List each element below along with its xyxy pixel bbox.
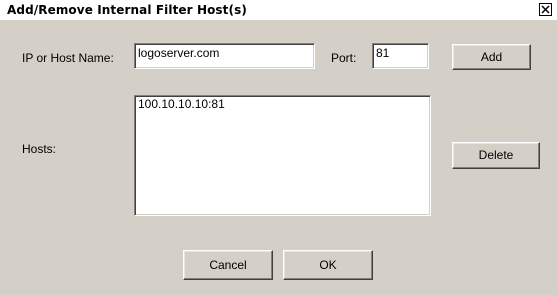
list-item[interactable]: 100.10.10.10:81 (135, 96, 430, 112)
port-label: Port: (331, 51, 357, 65)
hosts-list[interactable]: 100.10.10.10:81 (134, 95, 431, 216)
add-button[interactable]: Add (452, 44, 531, 70)
cancel-button-label: Cancel (209, 258, 247, 272)
delete-button-label: Delete (478, 148, 514, 162)
close-button[interactable] (539, 3, 552, 16)
close-icon (541, 5, 550, 14)
cancel-button[interactable]: Cancel (183, 250, 273, 280)
window-title: Add/Remove Internal Filter Host(s) (7, 3, 247, 17)
ok-button[interactable]: OK (283, 250, 373, 280)
port-input[interactable]: 81 (372, 43, 429, 69)
add-button-label: Add (480, 50, 503, 64)
hosts-label: Hosts: (22, 142, 57, 156)
title-bar[interactable]: Add/Remove Internal Filter Host(s) (0, 0, 557, 20)
host-name-label: IP or Host Name: (22, 51, 114, 65)
ok-button-label: OK (319, 258, 337, 272)
filter-host-dialog: Add/Remove Internal Filter Host(s) IP or… (0, 0, 557, 295)
delete-button[interactable]: Delete (452, 142, 540, 169)
host-name-input[interactable]: logoserver.com (134, 43, 315, 69)
